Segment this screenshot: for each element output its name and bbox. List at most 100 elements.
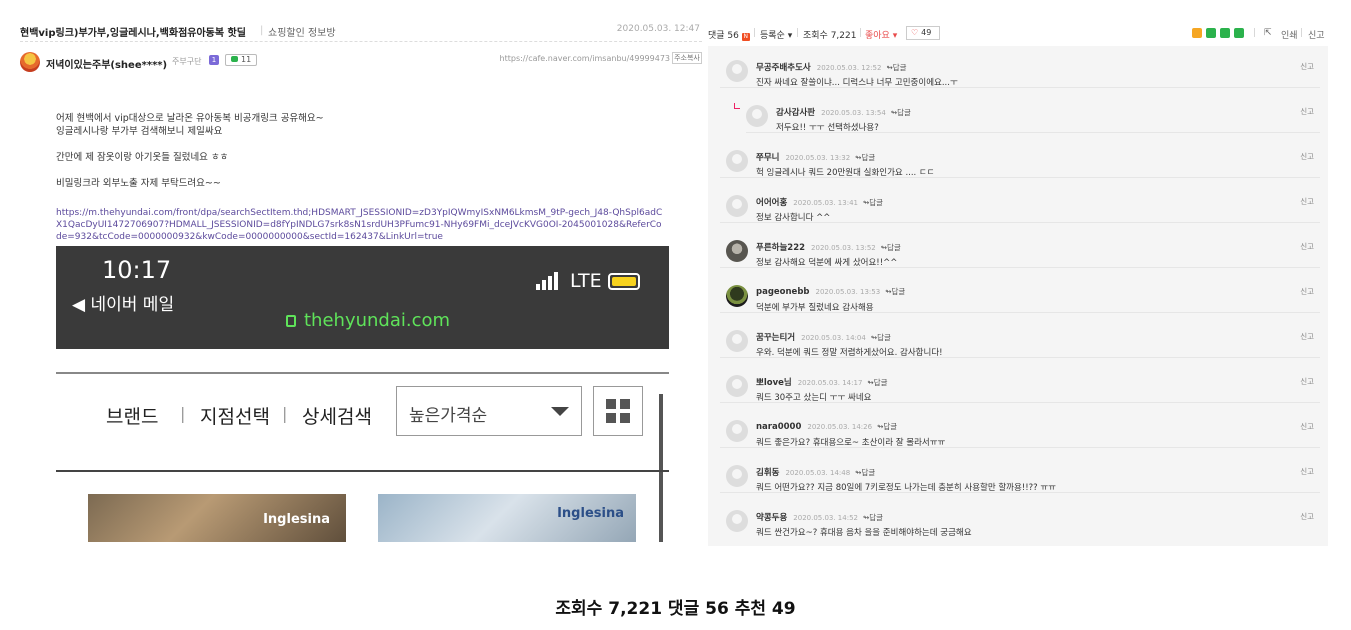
comment-date: 2020.05.03. 12:52: [816, 64, 882, 72]
battery-icon: [608, 273, 640, 290]
comment-author-name: 감사감사판: [776, 108, 816, 118]
print-button[interactable]: 인쇄: [1281, 28, 1298, 41]
comment-author[interactable]: pageonebb 2020.05.03. 13:53 ↬답글: [756, 286, 905, 297]
comment-text: 우와. 덕분에 쿼드 정말 저렴하게샀어요. 감사합니다!: [756, 348, 943, 358]
comment-item: 무공주배추도사 2020.05.03. 12:52 ↬답글 진자 싸네요 잘쓸이냐.…: [720, 46, 1320, 88]
avatar[interactable]: [726, 150, 748, 172]
phone-divider: [56, 470, 669, 472]
header-divider: |: [796, 28, 800, 38]
avatar[interactable]: [726, 240, 748, 262]
comment-author[interactable]: 푸른하늘222 2020.05.03. 13:52 ↬답글: [756, 241, 901, 253]
reply-button[interactable]: ↬답글: [891, 108, 911, 117]
comment-item: 꿈꾸는티거 2020.05.03. 14:04 ↬답글 우와. 덕분에 쿼드 정말 …: [720, 316, 1320, 358]
comment-report-button[interactable]: 신고: [1300, 106, 1314, 117]
comment-item: 뽀love님 2020.05.03. 14:17 ↬답글 쿼드 30주고 샀는디 ㅜ…: [720, 361, 1320, 403]
avatar[interactable]: [726, 195, 748, 217]
reply-button[interactable]: ↬답글: [886, 63, 906, 72]
like-button[interactable]: 좋아요 ▾: [865, 28, 897, 41]
comment-author[interactable]: 김휘동 2020.05.03. 14:48 ↬답글: [756, 466, 875, 478]
avatar[interactable]: [726, 330, 748, 352]
author-row: 저녁이있는주부(shee****) 주부구단 1 11 https://cafe…: [20, 52, 702, 72]
reply-button[interactable]: ↬답글: [863, 513, 883, 522]
comment-report-button[interactable]: 신고: [1300, 241, 1314, 252]
reply-arrow-icon: [734, 103, 740, 109]
author-comment-count-value: 11: [241, 55, 252, 64]
comment-author[interactable]: 꿈꾸는티거 2020.05.03. 14:04 ↬답글: [756, 331, 891, 343]
body-line: [56, 138, 676, 151]
share-cafe-icon[interactable]: [1206, 28, 1216, 38]
comment-author[interactable]: 약콩두용 2020.05.03. 14:52 ↬답글: [756, 511, 883, 523]
comment-date: 2020.05.03. 13:54: [821, 109, 886, 117]
avatar[interactable]: [726, 465, 748, 487]
header-divider: |: [1253, 28, 1257, 38]
comment-report-button[interactable]: 신고: [1300, 421, 1314, 432]
author-badge: 1: [209, 55, 219, 65]
comment-date: 2020.05.03. 14:17: [797, 379, 863, 387]
comment-text: 쿼드 어떤가요?? 지금 80일에 7키로정도 나가는데 충분히 사용할만 할까…: [756, 483, 1057, 493]
author-level: 주부구단: [172, 57, 202, 66]
post-link[interactable]: https://m.thehyundai.com/front/dpa/searc…: [56, 207, 666, 243]
comment-report-button[interactable]: 신고: [1300, 61, 1314, 72]
comment-count[interactable]: 댓글 56 N: [708, 28, 750, 41]
comment-sort[interactable]: 등록순 ▾: [760, 28, 792, 41]
comment-author-name: 어어어홍: [756, 198, 788, 208]
comment-author[interactable]: 뽀love님 2020.05.03. 14:17 ↬답글: [756, 376, 888, 388]
avatar[interactable]: [726, 375, 748, 397]
phone-nav-divider: |: [180, 404, 186, 423]
post-title[interactable]: 현백vip링크)부가부,잉글레시나,백화점유아동복 핫딜: [20, 24, 246, 39]
reply-button[interactable]: ↬답글: [863, 198, 883, 207]
comment-text: 저두요!! ㅜㅜ 선택하셨나용?: [776, 123, 879, 133]
post-body: 어제 현백에서 vip대상으로 날라온 유아동복 비공개링크 공유해요~ 잉글레…: [56, 112, 676, 190]
url-copy-button[interactable]: 주소복사: [672, 52, 702, 64]
reply-button[interactable]: ↬답글: [871, 333, 891, 342]
reply-button[interactable]: ↬답글: [867, 378, 887, 387]
like-label: 좋아요: [865, 31, 890, 41]
author-comment-count[interactable]: 11: [225, 54, 258, 66]
reply-button[interactable]: ↬답글: [855, 468, 875, 477]
comment-report-button[interactable]: 신고: [1300, 151, 1314, 162]
comment-author[interactable]: 감사감사판 2020.05.03. 13:54 ↬답글: [776, 106, 911, 118]
reply-button[interactable]: ↬답글: [877, 422, 897, 431]
comment-report-button[interactable]: 신고: [1300, 511, 1314, 522]
header-divider: |: [1300, 28, 1304, 38]
header-divider: |: [859, 28, 863, 38]
comment-report-button[interactable]: 신고: [1300, 196, 1314, 207]
post-date: 2020.05.03. 12:47: [616, 24, 700, 34]
avatar[interactable]: [726, 510, 748, 532]
share-blog-icon[interactable]: [1192, 28, 1202, 38]
board-link[interactable]: 쇼핑할인 정보방: [268, 24, 336, 39]
avatar[interactable]: [726, 285, 748, 307]
avatar[interactable]: [726, 60, 748, 82]
comment-author[interactable]: 어어어홍 2020.05.03. 13:41 ↬답글: [756, 196, 883, 208]
body-line: 간만에 제 잠옷이랑 아기옷들 질렀네요 ㅎㅎ: [56, 152, 229, 163]
comment-report-button[interactable]: 신고: [1300, 466, 1314, 477]
phone-network: LTE: [570, 270, 602, 292]
reply-button[interactable]: ↬답글: [885, 287, 905, 296]
report-button[interactable]: 신고: [1308, 28, 1325, 41]
comment-author-name: 약콩두용: [756, 513, 788, 523]
comment-reply-item: 감사감사판 2020.05.03. 13:54 ↬답글 저두요!! ㅜㅜ 선택하셨나…: [734, 91, 1320, 133]
comment-report-button[interactable]: 신고: [1300, 376, 1314, 387]
avatar[interactable]: [726, 420, 748, 442]
avatar[interactable]: [746, 105, 768, 127]
body-line: 어제 현백에서 vip대상으로 날라온 유아동복 비공개링크 공유해요~: [56, 113, 324, 124]
comment-author-name: 김휘동: [756, 468, 780, 478]
comment-author-name: 꿈꾸는티거: [756, 333, 796, 343]
share-icon[interactable]: ⇱: [1264, 28, 1272, 38]
author-avatar[interactable]: [20, 52, 40, 72]
comment-report-button[interactable]: 신고: [1300, 286, 1314, 297]
comment-icon: [231, 56, 238, 62]
comment-author[interactable]: 쭈무니 2020.05.03. 13:32 ↬답글: [756, 151, 875, 163]
author-name[interactable]: 저녁이있는주부(shee****): [46, 56, 167, 71]
comment-item: 약콩두용 2020.05.03. 14:52 ↬답글 쿼드 싼건가요~? 휴대용 음…: [720, 496, 1320, 538]
share-band-icon[interactable]: [1220, 28, 1230, 38]
like-count-box[interactable]: ♡ 49: [906, 26, 940, 40]
comment-author[interactable]: 무공주배추도사 2020.05.03. 12:52 ↬답글: [756, 61, 907, 73]
comment-author[interactable]: nara0000 2020.05.03. 14:26 ↬답글: [756, 421, 897, 432]
brand-logo: Inglesina: [557, 506, 624, 521]
title-divider: |: [260, 25, 264, 36]
reply-button[interactable]: ↬답글: [855, 153, 875, 162]
comment-report-button[interactable]: 신고: [1300, 331, 1314, 342]
share-keep-icon[interactable]: [1234, 28, 1244, 38]
reply-button[interactable]: ↬답글: [881, 243, 901, 252]
